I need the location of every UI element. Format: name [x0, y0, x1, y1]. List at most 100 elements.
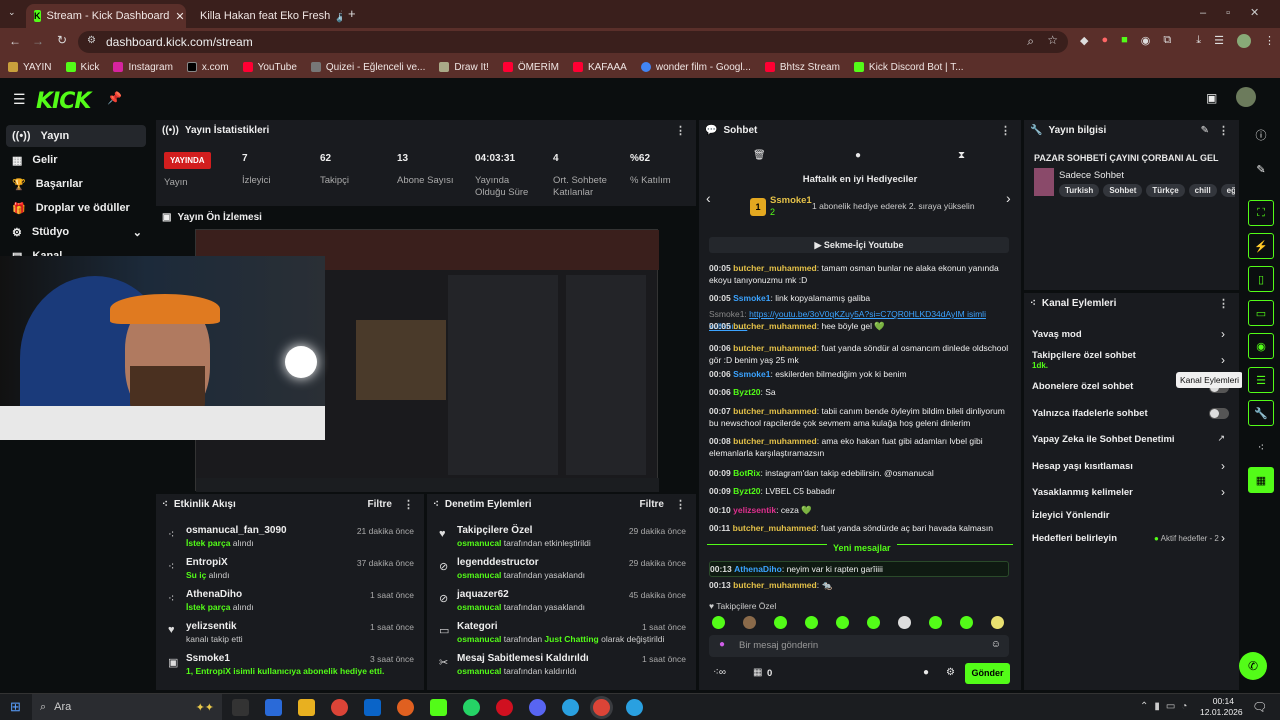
whatsapp-icon[interactable]	[463, 699, 480, 716]
chevron-right-icon[interactable]: ›	[1221, 353, 1225, 367]
filter-button[interactable]: Filtre	[640, 499, 664, 510]
bookmark-item[interactable]: Bhtsz Stream	[764, 62, 840, 73]
message-username[interactable]: butcher_muhammed	[733, 343, 817, 353]
calendar-icon[interactable]: ▦	[753, 667, 762, 678]
chevron-right-icon[interactable]: ›	[1221, 531, 1225, 545]
firefox-icon[interactable]	[397, 699, 414, 716]
fullscreen-icon[interactable]: ⛶	[1248, 200, 1274, 226]
notification-icon[interactable]: 🗨	[1252, 700, 1267, 714]
chat-bubble-icon[interactable]: ●	[855, 150, 861, 161]
address-bar[interactable]: ⚙ dashboard.kick.com/stream ⌕ ☆	[78, 31, 1068, 53]
edit-icon[interactable]: ✎	[1201, 125, 1209, 136]
document-icon[interactable]: ▯	[1248, 266, 1274, 292]
message-username[interactable]: Ssmoke1	[733, 293, 770, 303]
emote-icon[interactable]	[960, 616, 973, 629]
copilot-icon[interactable]	[265, 699, 282, 716]
sidebar-item-studyo[interactable]: ⚙ Stüdyo ⌄	[6, 221, 146, 243]
new-tab-icon[interactable]: +	[348, 6, 356, 21]
tag-chip[interactable]: Türkçe	[1146, 184, 1185, 197]
chevron-right-icon[interactable]: ›	[1221, 327, 1225, 341]
app-icon[interactable]	[626, 699, 643, 716]
top-gifter-name[interactable]: Ssmoke1	[770, 195, 812, 206]
message-username[interactable]: butcher_muhammed	[733, 321, 817, 331]
emote-icon[interactable]	[867, 616, 880, 629]
sidebar-item-basarilar[interactable]: 🏆 Başarılar	[6, 173, 146, 195]
extension-icon[interactable]: ◆	[1080, 34, 1088, 48]
tag-chip[interactable]: Turkish	[1059, 184, 1100, 197]
message-username[interactable]: BotRix	[733, 468, 760, 478]
bookmark-item[interactable]: x.com	[186, 62, 229, 73]
bookmark-item[interactable]: KAFAAA	[572, 62, 627, 73]
channel-row-raid[interactable]: İzleyici Yönlendir	[1032, 510, 1232, 521]
emoji-icon[interactable]: ☺	[991, 639, 1001, 650]
trash-icon[interactable]: 🗑	[753, 150, 766, 161]
extension-icon[interactable]: ●	[1101, 34, 1108, 48]
moderation-row[interactable]: ♥ Takipçilere Özel osmanucal tarafından et…	[427, 522, 696, 552]
activity-row[interactable]: ♥ yelizsentik kanalı takip etti 1 saat önce	[156, 618, 424, 648]
extensions-icon[interactable]: ⧉	[1163, 34, 1171, 48]
message-username[interactable]: butcher_muhammed	[733, 580, 817, 590]
activity-row[interactable]: ⁖ EntropiX Su iç alındı 37 dakika önce	[156, 554, 424, 584]
chrome-icon[interactable]	[331, 699, 348, 716]
window-controls[interactable]: –▫✕	[1200, 6, 1279, 19]
taskbar-search[interactable]: ⌕ Ara ✦✦	[32, 694, 222, 720]
kick-logo[interactable]: KICK	[36, 89, 91, 114]
emote-icon[interactable]	[991, 616, 1004, 629]
message-username[interactable]: Byzt20	[733, 387, 760, 397]
moderation-row[interactable]: ▭ Kategori osmanucal tarafından Just Chatt…	[427, 618, 696, 648]
back-icon[interactable]: ←	[9, 34, 21, 48]
bookmark-item[interactable]: ÖMERİM	[502, 62, 559, 73]
chat-message[interactable]: 00:05 butcher_muhammed: hee böyle gel 💚	[709, 320, 1009, 332]
hourglass-icon[interactable]: ⧗	[958, 150, 965, 161]
menu-icon[interactable]: ⋮	[1264, 34, 1275, 48]
zoom-icon[interactable]: ⌕	[1027, 34, 1034, 49]
chrome-active-icon[interactable]	[593, 699, 610, 716]
audio-icon[interactable]: 🔊	[336, 10, 342, 23]
kick-app-icon[interactable]	[430, 699, 447, 716]
emote-icon[interactable]	[805, 616, 818, 629]
reading-list-icon[interactable]: ☰	[1214, 34, 1224, 48]
channel-row-ai-moderation[interactable]: Yapay Zeka ile Sohbet Denetimi	[1032, 434, 1232, 445]
chat-message[interactable]: 00:06 Byzt20: Sa	[709, 386, 1009, 398]
message-username[interactable]: yelizsentik	[733, 505, 776, 515]
message-username[interactable]: Ssmoke1	[733, 369, 770, 379]
chat-settings-icon[interactable]: ●	[923, 667, 929, 678]
channel-actions-icon[interactable]: ☰	[1248, 367, 1274, 393]
more-options-icon[interactable]: ⋮	[1218, 124, 1229, 137]
more-options-icon[interactable]: ⋮	[675, 498, 686, 511]
bookmark-item[interactable]: Draw It!	[439, 62, 489, 73]
chat-message[interactable]: 00:07 butcher_muhammed: tabii canım bend…	[709, 405, 1009, 429]
pin-icon[interactable]: 📌	[107, 91, 122, 105]
chat-message-highlighted[interactable]: 00:13 AthenaDiho: neyim var ki rapten ga…	[709, 561, 1009, 577]
site-info-icon[interactable]: ⚙	[87, 35, 96, 46]
emote-icon[interactable]	[774, 616, 787, 629]
chat-message[interactable]: 00:05 butcher_muhammed: tamam osman bunl…	[709, 262, 1009, 286]
clock[interactable]: 00:14 12.01.2026	[1200, 696, 1243, 718]
message-username[interactable]: Ssmoke1:	[709, 309, 747, 319]
moderation-row[interactable]: ⊘ legenddestructor osmanucal tarafından ya…	[427, 554, 696, 584]
message-username[interactable]: butcher_muhammed	[733, 263, 817, 273]
sidebar-item-gelir[interactable]: ▦ Gelir	[6, 149, 146, 171]
category-thumbnail[interactable]	[1034, 168, 1054, 196]
more-options-icon[interactable]: ⋮	[1000, 124, 1011, 137]
wrench-icon[interactable]: 🔧	[1248, 400, 1274, 426]
chat-message[interactable]: 00:11 butcher_muhammed: fuat yanda söndü…	[709, 522, 1009, 534]
sidebar-item-droplar[interactable]: 🎁 Droplar ve ödüller	[6, 197, 146, 219]
discord-icon[interactable]	[529, 699, 546, 716]
broadcast-icon[interactable]: ◉	[1248, 333, 1274, 359]
task-view-icon[interactable]	[232, 699, 249, 716]
close-tab-icon[interactable]: ✕	[175, 10, 184, 23]
info-icon[interactable]: ⓘ	[1248, 122, 1274, 148]
tag-chip[interactable]: eğlen	[1220, 184, 1235, 197]
chat-message[interactable]: 00:05 Ssmoke1: link kopyalamamış galiba	[709, 292, 1009, 304]
emote-icon[interactable]	[712, 616, 725, 629]
channel-row-account-age[interactable]: Hesap yaşı kısıtlaması	[1032, 461, 1232, 472]
chat-message[interactable]: 00:06 Ssmoke1: eskilerden bilmediğim yok…	[709, 368, 1009, 380]
emote-icon[interactable]	[743, 616, 756, 629]
chevron-right-icon[interactable]: ›	[1221, 459, 1225, 473]
extension-icon[interactable]: ◉	[1141, 34, 1151, 48]
emote-icon[interactable]	[929, 616, 942, 629]
channel-row-banned-words[interactable]: Yasaklanmış kelimeler	[1032, 487, 1232, 498]
more-options-icon[interactable]: ⋮	[403, 498, 414, 511]
bookmark-item[interactable]: wonder film - Googl...	[640, 62, 751, 73]
